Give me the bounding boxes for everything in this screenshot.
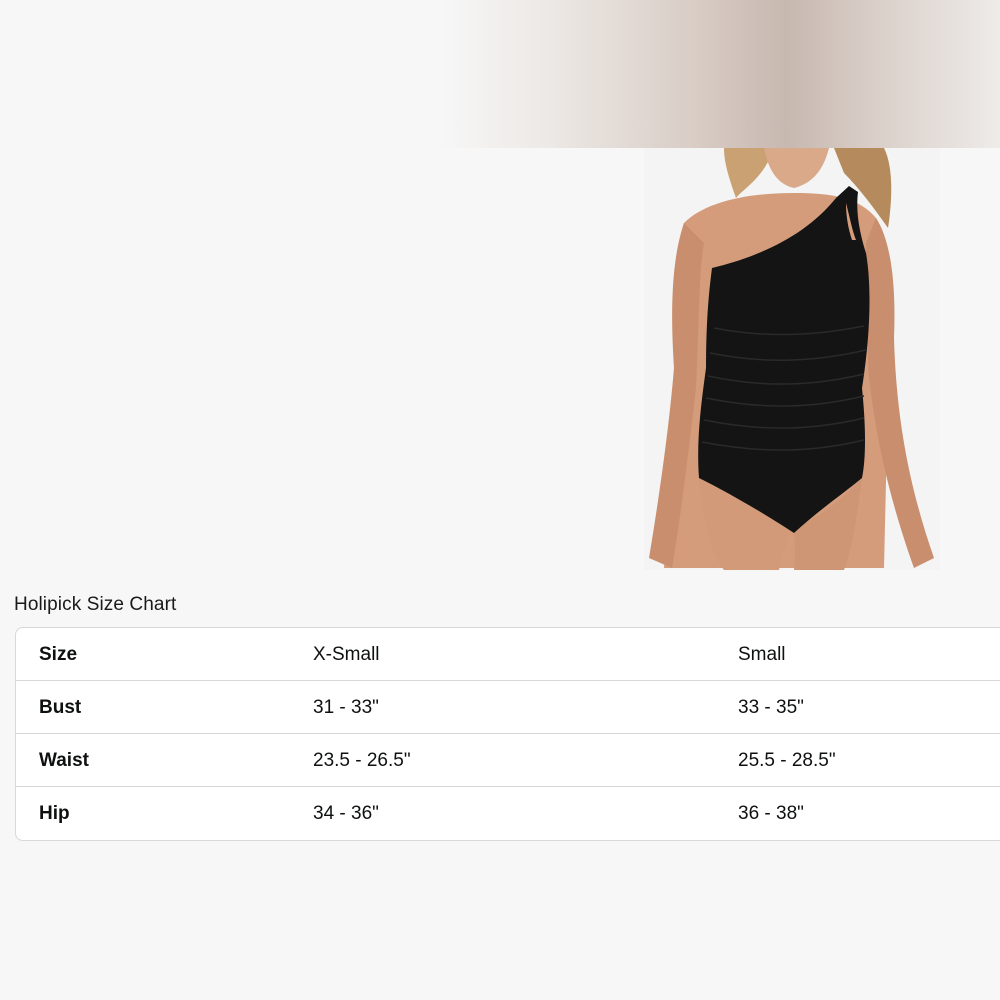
product-image[interactable] — [644, 148, 940, 570]
table-cell: 36 - 38" — [738, 803, 804, 824]
size-chart-table: Size X-Small Small Bust 31 - 33" 33 - 35… — [15, 627, 1000, 841]
table-cell: Small — [738, 644, 786, 665]
size-chart-title: Holipick Size Chart — [14, 594, 177, 615]
table-cell: 34 - 36" — [313, 803, 379, 824]
row-header: Size — [39, 644, 78, 665]
row-header: Waist — [39, 750, 89, 771]
table-cell: 23.5 - 26.5" — [313, 750, 411, 771]
table-cell: 33 - 35" — [738, 697, 804, 718]
blurred-image-banner — [440, 0, 1000, 148]
table-row-bust: Bust 31 - 33" 33 - 35" — [16, 681, 1000, 734]
table-row-hip: Hip 34 - 36" 36 - 38" — [16, 787, 1000, 840]
row-header: Bust — [39, 697, 82, 718]
swimsuit-model-illustration — [649, 148, 934, 570]
table-cell: 25.5 - 28.5" — [738, 750, 836, 771]
table-row-size: Size X-Small Small — [16, 628, 1000, 681]
table-cell: 31 - 33" — [313, 697, 379, 718]
row-header: Hip — [39, 803, 70, 824]
table-row-waist: Waist 23.5 - 26.5" 25.5 - 28.5" — [16, 734, 1000, 787]
table-cell: X-Small — [313, 644, 380, 665]
product-page: Holipick Size Chart Size X-Small Small B… — [0, 0, 1000, 1000]
